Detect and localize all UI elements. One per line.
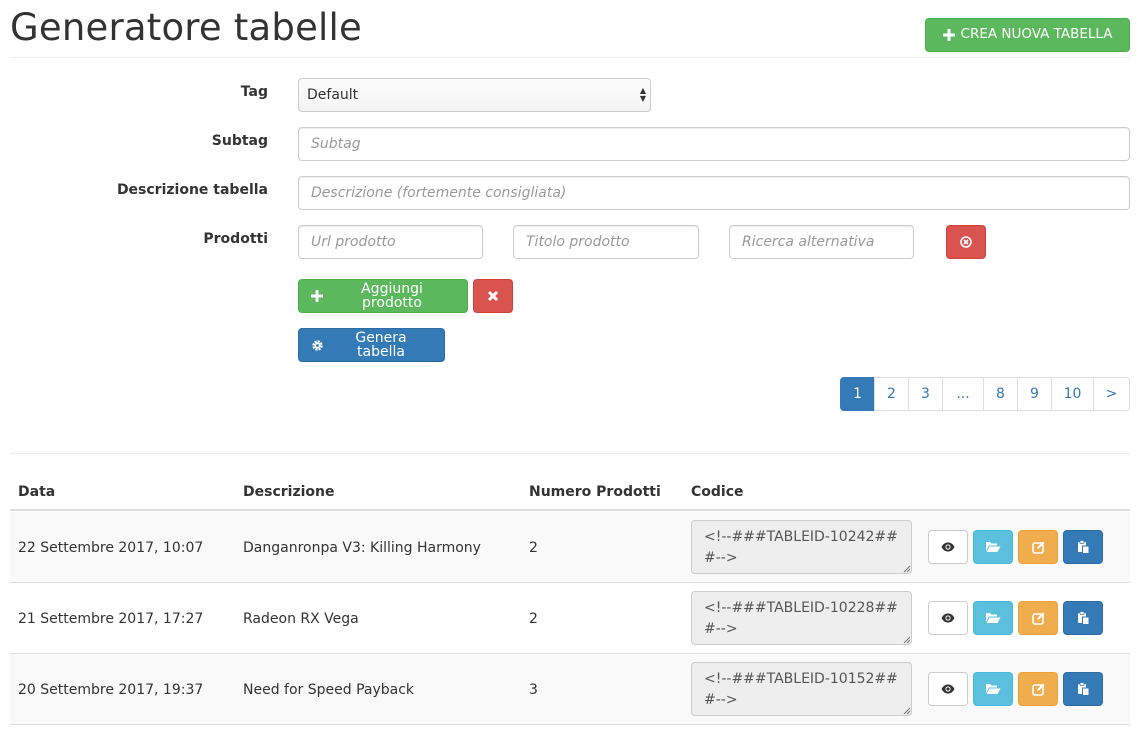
add-product-label: Aggiungi prodotto bbox=[361, 281, 423, 311]
open-button[interactable] bbox=[973, 672, 1013, 706]
edit-button[interactable] bbox=[1018, 672, 1058, 706]
row-descrizione: Danganronpa V3: Killing Harmony bbox=[243, 540, 481, 556]
descrizione-input[interactable] bbox=[298, 176, 1130, 210]
create-table-label: CREA NUOVA TABELLA bbox=[960, 26, 1113, 43]
remove-product-button[interactable] bbox=[946, 225, 986, 259]
edit-button[interactable] bbox=[1018, 601, 1058, 635]
subtag-input[interactable] bbox=[298, 127, 1130, 161]
resize-grip-icon[interactable] bbox=[903, 707, 911, 715]
generate-table-button[interactable]: Genera tabella bbox=[298, 328, 445, 362]
row-data: 20 Settembre 2017, 19:37 bbox=[18, 682, 204, 698]
add-product-button[interactable]: Aggiungi prodotto bbox=[298, 279, 468, 313]
row-data: 22 Settembre 2017, 10:07 bbox=[18, 540, 204, 556]
page-link[interactable]: 2 bbox=[874, 377, 909, 411]
column-header-descrizione: Descrizione bbox=[243, 484, 335, 500]
table-row: 21 Settembre 2017, 17:27 Radeon RX Vega … bbox=[10, 583, 1130, 654]
folder-open-icon bbox=[985, 683, 1001, 695]
code-textarea[interactable]: <!--###TABLEID-10152###--> bbox=[691, 662, 912, 716]
edit-icon bbox=[1031, 541, 1045, 554]
page-link[interactable]: 8 bbox=[983, 377, 1018, 411]
row-numero-prodotti: 2 bbox=[529, 611, 538, 627]
resize-grip-icon[interactable] bbox=[903, 565, 911, 573]
column-header-numero-prodotti: Numero Prodotti bbox=[529, 484, 661, 500]
gear-icon bbox=[311, 339, 324, 352]
clear-products-button[interactable] bbox=[473, 279, 513, 313]
paste-icon bbox=[1077, 540, 1090, 554]
row-numero-prodotti: 2 bbox=[529, 540, 538, 556]
tag-label: Tag bbox=[240, 84, 268, 100]
select-arrows-icon: ▲ ▼ bbox=[639, 86, 646, 103]
row-descrizione: Radeon RX Vega bbox=[243, 611, 359, 627]
paste-icon bbox=[1077, 682, 1090, 696]
page-link[interactable]: 1 bbox=[840, 377, 875, 411]
tag-select[interactable]: Default ▲ ▼ bbox=[298, 78, 651, 112]
edit-icon bbox=[1031, 612, 1045, 625]
edit-icon bbox=[1031, 683, 1045, 696]
ricerca-alternativa-input[interactable] bbox=[729, 225, 914, 259]
eye-icon bbox=[941, 542, 955, 552]
table-row: 20 Settembre 2017, 19:37 Need for Speed … bbox=[10, 654, 1130, 725]
page-link[interactable]: 9 bbox=[1017, 377, 1052, 411]
times-circle-icon bbox=[960, 236, 972, 248]
create-table-button[interactable]: CREA NUOVA TABELLA bbox=[925, 18, 1130, 52]
paste-icon bbox=[1077, 611, 1090, 625]
generate-table-label: Genera tabella bbox=[355, 330, 407, 360]
folder-open-icon bbox=[985, 612, 1001, 624]
page-title: Generatore tabelle bbox=[10, 6, 362, 49]
url-prodotto-input[interactable] bbox=[298, 225, 483, 259]
titolo-prodotto-input[interactable] bbox=[513, 225, 699, 259]
view-button[interactable] bbox=[928, 530, 968, 564]
descrizione-label: Descrizione tabella bbox=[116, 182, 268, 198]
tag-select-value: Default bbox=[307, 87, 359, 103]
open-button[interactable] bbox=[973, 530, 1013, 564]
next-page-link[interactable]: > bbox=[1093, 377, 1130, 411]
code-textarea[interactable]: <!--###TABLEID-10242###--> bbox=[691, 520, 912, 574]
times-icon bbox=[487, 290, 499, 302]
row-numero-prodotti: 3 bbox=[529, 682, 538, 698]
folder-open-icon bbox=[985, 541, 1001, 553]
view-button[interactable] bbox=[928, 672, 968, 706]
table-row: 22 Settembre 2017, 10:07 Danganronpa V3:… bbox=[10, 512, 1130, 583]
paste-button[interactable] bbox=[1063, 672, 1103, 706]
open-button[interactable] bbox=[973, 601, 1013, 635]
eye-icon bbox=[941, 613, 955, 623]
row-data: 21 Settembre 2017, 17:27 bbox=[18, 611, 204, 627]
plus-icon bbox=[311, 290, 323, 302]
column-header-data: Data bbox=[18, 484, 56, 500]
pagination: 1 2 3 ... 8 9 10 > bbox=[840, 377, 1130, 411]
page-ellipsis: ... bbox=[942, 377, 984, 411]
plus-icon bbox=[942, 29, 955, 41]
header-divider bbox=[10, 57, 1130, 58]
row-descrizione: Need for Speed Payback bbox=[243, 682, 415, 698]
eye-icon bbox=[941, 684, 955, 694]
subtag-label: Subtag bbox=[211, 133, 268, 149]
table-header: Data Descrizione Numero Prodotti Codice bbox=[10, 474, 1130, 511]
page-link[interactable]: 10 bbox=[1051, 377, 1094, 411]
view-button[interactable] bbox=[928, 601, 968, 635]
paste-button[interactable] bbox=[1063, 530, 1103, 564]
resize-grip-icon[interactable] bbox=[903, 636, 911, 644]
column-header-codice: Codice bbox=[691, 484, 744, 500]
prodotti-label: Prodotti bbox=[203, 231, 268, 247]
edit-button[interactable] bbox=[1018, 530, 1058, 564]
section-divider bbox=[10, 453, 1130, 454]
code-textarea[interactable]: <!--###TABLEID-10228###--> bbox=[691, 591, 912, 645]
paste-button[interactable] bbox=[1063, 601, 1103, 635]
page-link[interactable]: 3 bbox=[908, 377, 943, 411]
